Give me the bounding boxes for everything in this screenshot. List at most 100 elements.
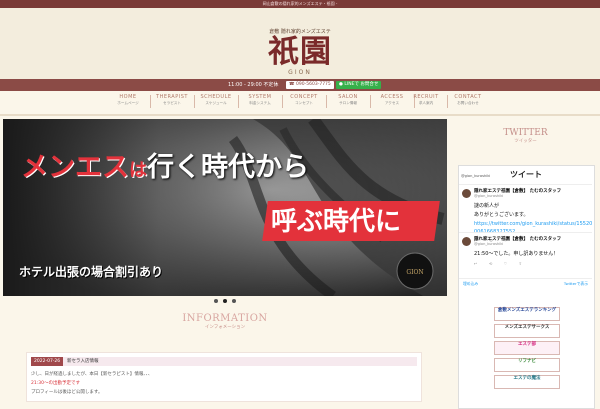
nav-item-system[interactable]: SYSTEM 料金システム xyxy=(240,94,280,106)
contact-bar: 11:00 - 29:00 不定休 ☎ 090-5603-7775 ● LINE… xyxy=(0,79,600,91)
banner-link[interactable]: 倉敷メンズエステランキング xyxy=(494,307,560,321)
news-title: 新セラ入店情報 xyxy=(67,359,99,364)
svg-text:GION: GION xyxy=(406,269,423,276)
nav-item-contact[interactable]: CONTACT お問い合わせ xyxy=(448,94,488,106)
nav-label-en: CONCEPT xyxy=(290,94,318,100)
news-date: 2022-07-26 xyxy=(31,357,64,366)
logo-subtitle: GION xyxy=(288,69,312,76)
banner-title: メンズエステサークス xyxy=(504,325,550,330)
nav-label-jp: 料金システム xyxy=(249,101,271,105)
hero-slider[interactable]: GION メンエスは行く時代から 呼ぶ時代に ホテル出張の場合割引あり xyxy=(3,119,447,296)
slide-headline-2: 呼ぶ時代に xyxy=(271,207,402,237)
tweet-link[interactable]: https://twitter.com/gion_kurashiki/statu… xyxy=(474,221,592,227)
slide-headline-red: メンエス xyxy=(21,152,129,183)
tweet-handle: @gion_kurashiki xyxy=(474,194,504,198)
avatar xyxy=(462,237,471,246)
nav-divider xyxy=(326,95,327,108)
reply-icon[interactable]: ↩ xyxy=(474,261,477,266)
nav-item-recruit[interactable]: RECRUIT 求人案内 xyxy=(406,94,446,106)
twitter-title-jp: ツイッター xyxy=(514,139,537,144)
twitter-embed[interactable]: @gion_kurashiki ツイート 隠れ家エステ祇園【倉敷】 たむのスタッ… xyxy=(458,165,595,409)
retweet-icon[interactable]: ⟲ xyxy=(489,261,492,266)
slider-dot-active[interactable] xyxy=(223,299,227,303)
line-label: LINEで お問合せ xyxy=(344,82,379,87)
like-icon[interactable]: ♡ xyxy=(504,261,508,266)
news-line-highlight: 21:30〜の出勤予定です xyxy=(31,381,80,386)
nav-label-en: HOME xyxy=(119,94,137,100)
nav-label-jp: サロン情報 xyxy=(339,101,357,105)
nav-label-en: SALON xyxy=(338,94,358,100)
news-header: 2022-07-26 新セラ入店情報 xyxy=(31,357,417,366)
phone-button[interactable]: ☎ 090-5603-7775 xyxy=(286,81,334,89)
slide-caption: ホテル出張の場合割引あり xyxy=(19,265,164,279)
share-icon[interactable]: ⇪ xyxy=(519,261,522,266)
nav-label-en: SCHEDULE xyxy=(200,94,232,100)
banner-link[interactable]: エステの魔法 xyxy=(494,375,560,389)
banner-title: 倉敷メンズエステランキング xyxy=(497,308,557,313)
slider-dot[interactable] xyxy=(232,299,236,303)
twitter-embed-title: ツイート xyxy=(510,170,542,179)
tweet-text: 21:50〜でした。申し訳ありません！ xyxy=(474,251,559,257)
twitter-embed-link[interactable]: 埋め込み xyxy=(463,281,478,287)
nav-divider xyxy=(150,95,151,108)
banner-link[interactable]: リフナビ xyxy=(494,358,560,372)
banner-title: エステの魔法 xyxy=(513,376,541,381)
slider-dots xyxy=(212,298,252,304)
nav-item-therapist[interactable]: THERAPIST セラピスト xyxy=(152,94,192,106)
slide-headline-1: メンエスは行く時代から xyxy=(21,145,309,184)
information-title-jp: インフォメーション xyxy=(204,325,246,330)
tweet-handle: @gion_kurashiki xyxy=(474,242,504,246)
nav-divider xyxy=(370,95,371,108)
line-contact-button[interactable]: ● LINEで お問合せ xyxy=(336,81,382,89)
news-line: プロフィールは後ほど公開します。 xyxy=(31,390,103,395)
nav-label-en: CONTACT xyxy=(454,94,482,100)
nav-item-salon[interactable]: SALON サロン情報 xyxy=(328,94,368,106)
twitter-embed-footer: 埋め込み Twitterで表示 xyxy=(459,278,592,288)
banner-title: エステ部 xyxy=(518,342,536,347)
nav-label-jp: ホームページ xyxy=(117,101,139,105)
twitter-embed-header: @gion_kurashiki ツイート xyxy=(461,169,591,181)
banner-title: リフナビ xyxy=(518,359,536,364)
site-header: 倉敷 隠れ家的メンズエステ 祇園 GION xyxy=(0,8,600,79)
information-title-en: INFORMATION xyxy=(182,313,268,324)
tweet-text: 謎の新人が xyxy=(474,203,500,209)
tweet-text: ありがとうございます。 xyxy=(474,212,529,218)
news-line: 少し、日が経過しましたが、本日【新セラピスト】情報、、、 xyxy=(31,372,153,377)
nav-divider xyxy=(282,95,283,108)
nav-label-jp: コンセプト xyxy=(295,101,313,105)
nav-label-en: THERAPIST xyxy=(156,94,188,100)
nav-divider xyxy=(194,95,195,108)
tweet-actions: ↩ ⟲ ♡ ⇪ xyxy=(474,261,584,266)
top-info-bar: 岡山倉敷の隠れ家的メンズエステ・祇園 - xyxy=(0,0,600,8)
business-hours: 11:00 - 29:00 不定休 xyxy=(228,82,279,88)
nav-item-home[interactable]: HOME ホームページ xyxy=(108,94,148,106)
phone-number: 090-5603-7775 xyxy=(296,82,331,87)
nav-label-jp: お問い合わせ xyxy=(457,101,479,105)
line-icon: ● xyxy=(339,82,343,87)
logo-text: 祇園 xyxy=(268,34,332,70)
main-nav: HOME ホームページ THERAPIST セラピスト SCHEDULE スケジュール… xyxy=(108,93,492,111)
nav-label-en: SYSTEM xyxy=(248,94,272,100)
slider-dot[interactable] xyxy=(214,299,218,303)
news-card[interactable]: 2022-07-26 新セラ入店情報 少し、日が経過しましたが、本日【新セラピス… xyxy=(26,352,422,402)
nav-item-schedule[interactable]: SCHEDULE スケジュール xyxy=(196,94,236,106)
sidebar: TWITTER ツイッター @gion_kurashiki ツイート 隠れ家エス… xyxy=(454,119,597,409)
banner-link[interactable]: エステ部 xyxy=(494,341,560,355)
avatar xyxy=(462,189,471,198)
slide-headline-particle: は xyxy=(129,160,147,181)
nav-divider xyxy=(238,95,239,108)
site-logo[interactable]: 祇園 GION xyxy=(262,32,338,80)
phone-icon: ☎ xyxy=(289,82,295,87)
nav-label-jp: スケジュール xyxy=(205,101,227,105)
nav-item-concept[interactable]: CONCEPT コンセプト xyxy=(284,94,324,106)
twitter-title-en: TWITTER xyxy=(503,128,548,138)
nav-label-en: RECRUIT xyxy=(413,94,439,100)
site-description: 岡山倉敷の隠れ家的メンズエステ・祇園 - xyxy=(262,1,338,6)
twitter-view-link[interactable]: Twitterで表示 xyxy=(564,281,588,287)
twitter-account: @gion_kurashiki xyxy=(461,174,491,178)
twitter-heading: TWITTER ツイッター xyxy=(454,128,597,144)
slide-headline-white: 行く時代から xyxy=(147,152,309,183)
nav-underline xyxy=(0,114,600,116)
information-heading: INFORMATION インフォメーション xyxy=(0,313,450,330)
banner-link[interactable]: メンズエステサークス xyxy=(494,324,560,338)
